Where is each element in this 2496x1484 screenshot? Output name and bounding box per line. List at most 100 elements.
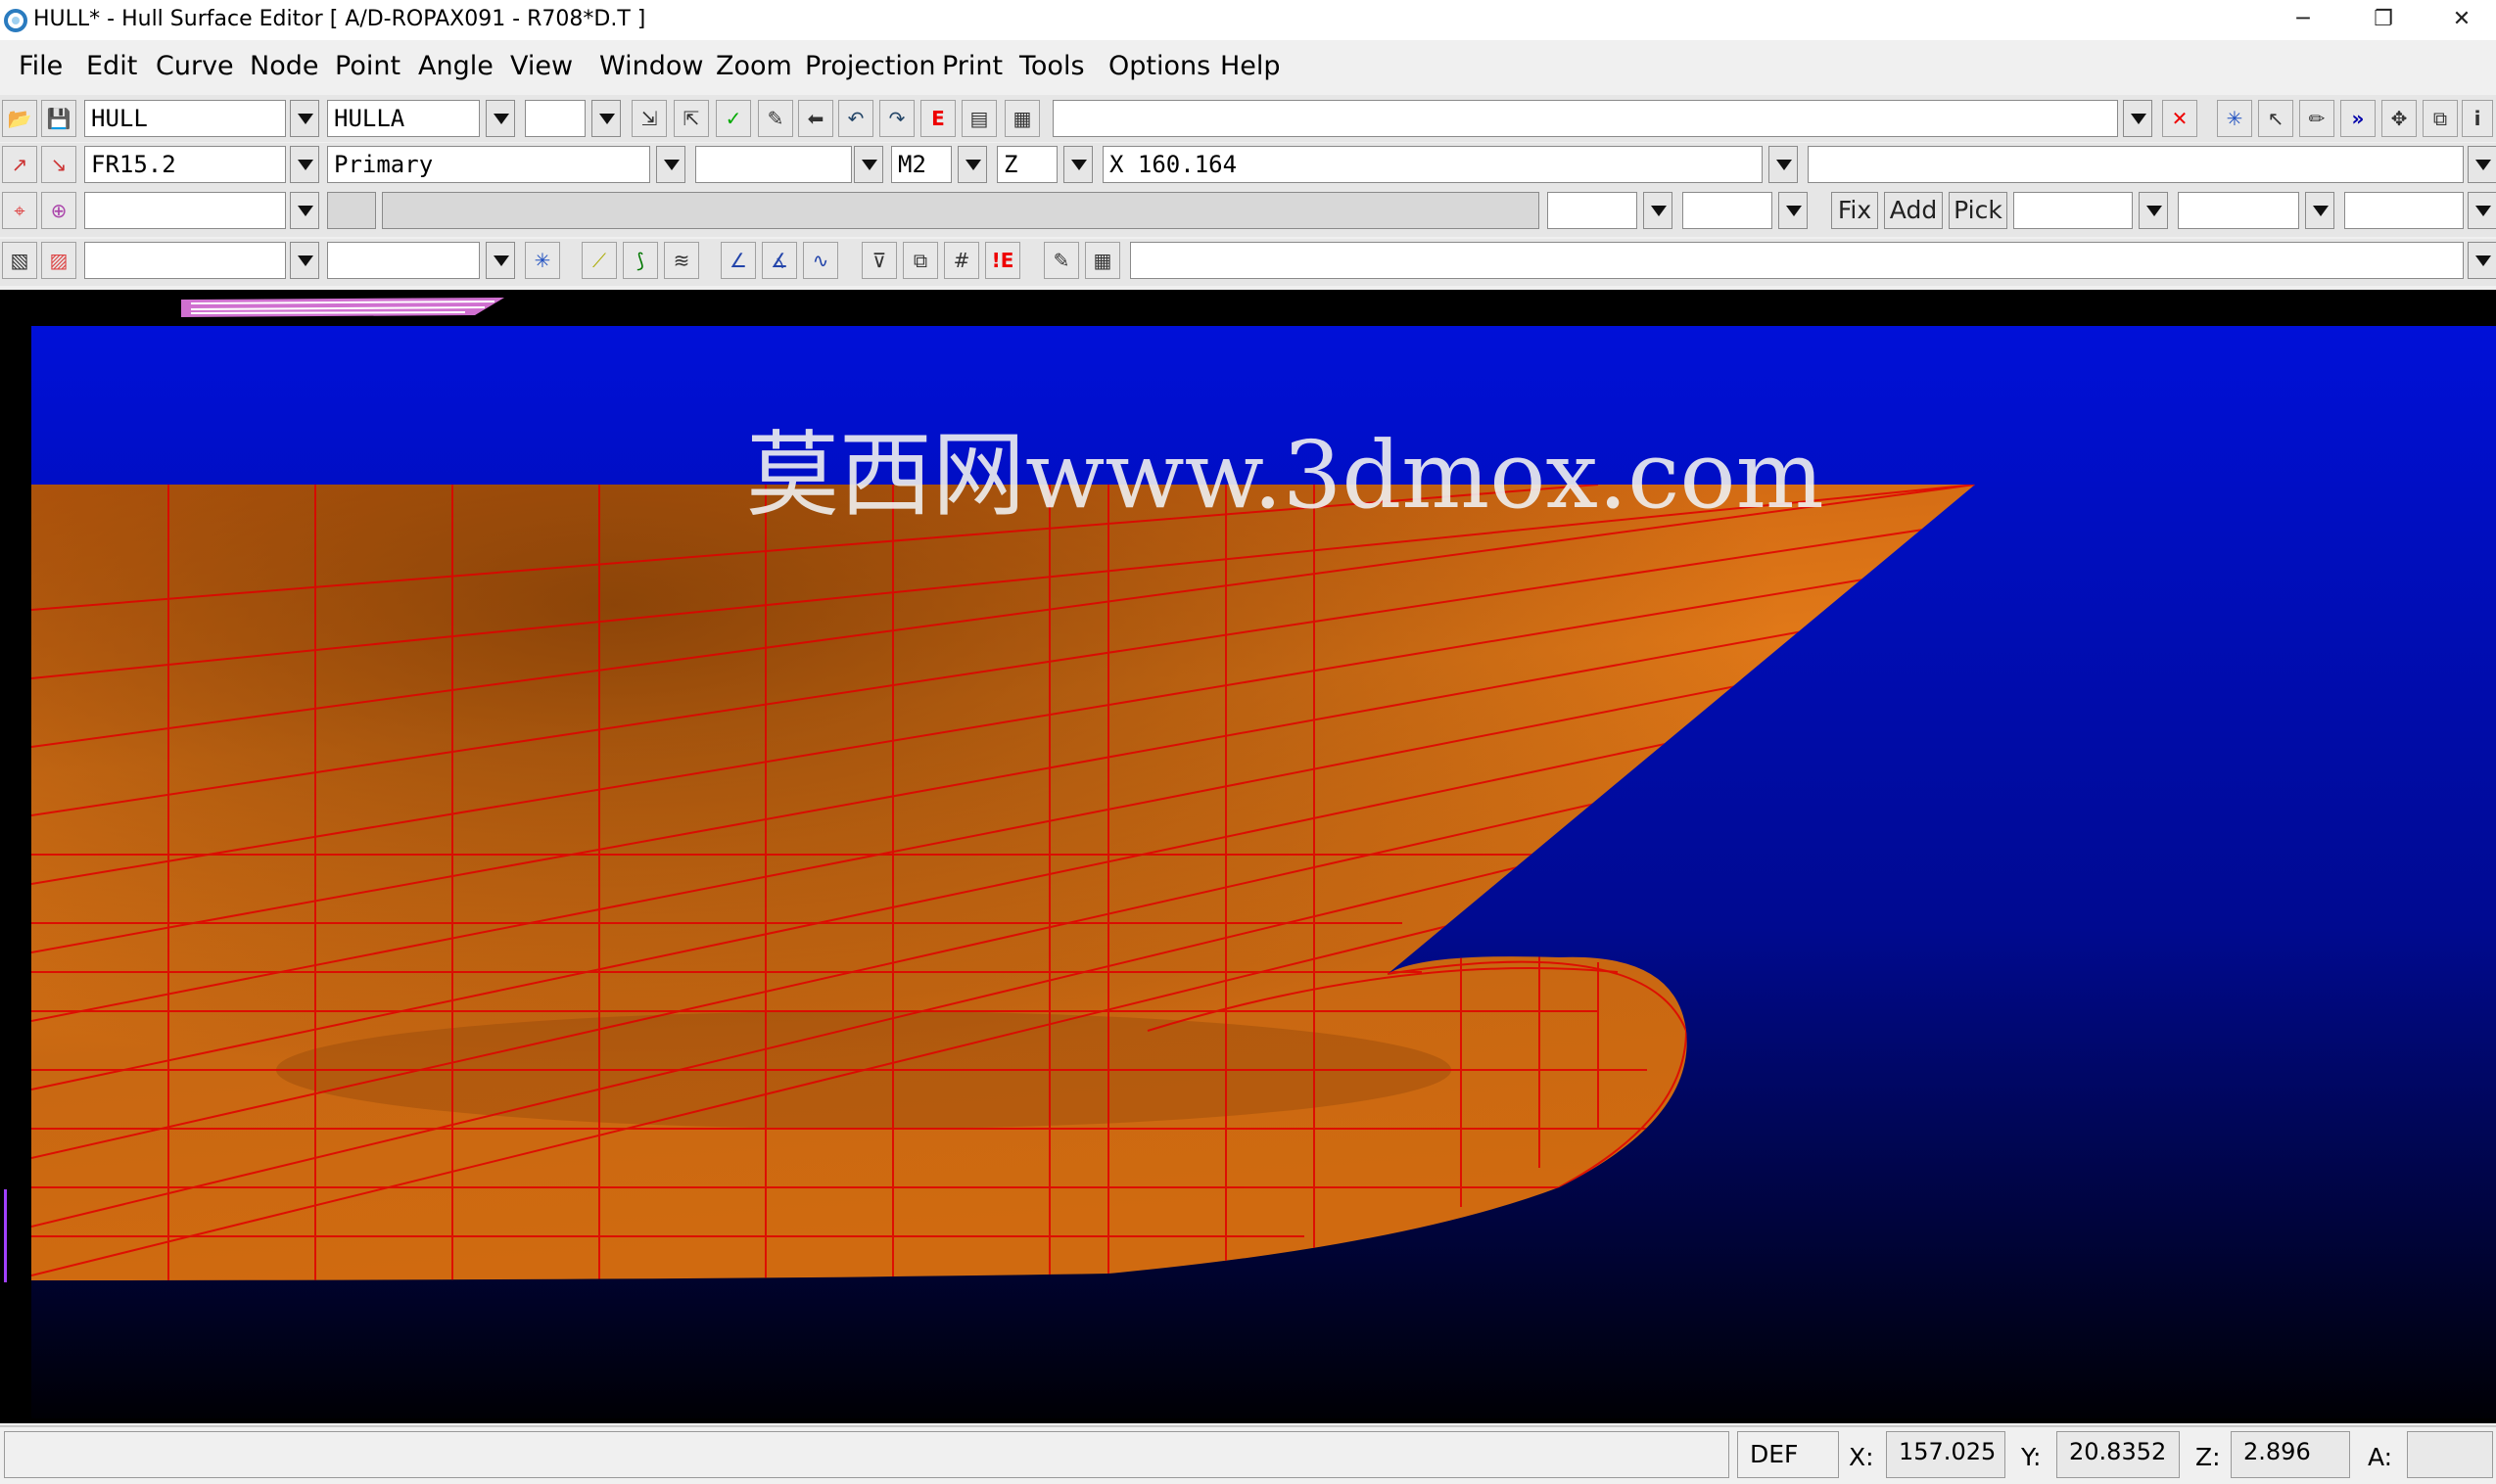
axis-dropdown[interactable] xyxy=(1063,146,1093,183)
point-dropdown[interactable] xyxy=(290,192,319,229)
toolbar3-field-d[interactable] xyxy=(2178,192,2299,229)
point-field[interactable] xyxy=(84,192,286,229)
surface-tool-icon[interactable]: ▧ xyxy=(2,242,37,279)
pick-button[interactable]: Pick xyxy=(1949,192,2007,229)
pointer-icon[interactable]: ↖ xyxy=(2258,100,2293,137)
back-icon[interactable]: ⬅ xyxy=(798,100,833,137)
surface-select-field[interactable] xyxy=(84,242,286,279)
unit-field[interactable]: M2 xyxy=(891,146,952,183)
render-icon[interactable]: ▦ xyxy=(1085,242,1120,279)
menu-projection[interactable]: Projection xyxy=(805,51,936,81)
fix-button[interactable]: Fix xyxy=(1831,192,1878,229)
toolbar3-field-c[interactable] xyxy=(2013,192,2133,229)
command-dropdown[interactable] xyxy=(2123,100,2152,137)
display-icon[interactable]: ▦ xyxy=(1005,100,1040,137)
angle-edit-icon[interactable]: ∡ xyxy=(762,242,797,279)
toolbar3-field-b-dropdown[interactable] xyxy=(1778,192,1808,229)
menu-edit[interactable]: Edit xyxy=(86,51,137,81)
menu-tools[interactable]: Tools xyxy=(1019,51,1085,81)
curve-tool-icon[interactable]: ↗ xyxy=(2,146,37,183)
pencil-icon[interactable]: ✏ xyxy=(2299,100,2334,137)
position-dropdown[interactable] xyxy=(1768,146,1798,183)
layers-icon[interactable]: ▤ xyxy=(962,100,997,137)
point-tool-icon[interactable]: ⌖ xyxy=(2,192,37,229)
note-icon[interactable]: ✎ xyxy=(1044,242,1079,279)
point-edit-icon[interactable]: ⊕ xyxy=(41,192,76,229)
undo-icon[interactable]: ↶ xyxy=(838,100,873,137)
menu-print[interactable]: Print xyxy=(942,51,1003,81)
erase-icon[interactable]: E xyxy=(920,100,956,137)
add-button[interactable]: Add xyxy=(1884,192,1943,229)
filter-icon[interactable]: ⊽ xyxy=(862,242,897,279)
toolbar3-field-a-dropdown[interactable] xyxy=(1643,192,1672,229)
menu-window[interactable]: Window xyxy=(599,51,703,81)
menu-file[interactable]: File xyxy=(19,51,63,81)
cancel-icon[interactable]: ✕ xyxy=(2162,100,2197,137)
menu-curve[interactable]: Curve xyxy=(156,51,234,81)
kind-dropdown[interactable] xyxy=(656,146,685,183)
move-icon[interactable]: ✥ xyxy=(2381,100,2417,137)
forward-icon[interactable]: » xyxy=(2340,100,2376,137)
menu-zoom[interactable]: Zoom xyxy=(716,51,792,81)
unit-dropdown[interactable] xyxy=(958,146,987,183)
error-icon[interactable]: !E xyxy=(985,242,1020,279)
lines-icon[interactable]: ⟋ xyxy=(582,242,617,279)
menu-angle[interactable]: Angle xyxy=(418,51,494,81)
curve-dropdown[interactable] xyxy=(290,146,319,183)
object-field[interactable]: HULLA xyxy=(327,100,480,137)
angle-icon[interactable]: ∠ xyxy=(721,242,756,279)
import-icon[interactable]: ⇲ xyxy=(632,100,667,137)
patch-dropdown[interactable] xyxy=(486,242,515,279)
toolbar2-field3-dropdown[interactable] xyxy=(854,146,883,183)
toolbar1-field3-dropdown[interactable] xyxy=(591,100,621,137)
toolbar3-field-c-dropdown[interactable] xyxy=(2139,192,2168,229)
axis-field[interactable]: Z xyxy=(997,146,1058,183)
curvature-icon[interactable]: ∿ xyxy=(803,242,838,279)
toolbar3-field-b[interactable] xyxy=(1682,192,1772,229)
snap-icon[interactable]: ✳ xyxy=(2217,100,2252,137)
toolbar3-field-a[interactable] xyxy=(1547,192,1637,229)
object-dropdown[interactable] xyxy=(486,100,515,137)
surface-edit-icon[interactable]: ▨ xyxy=(41,242,76,279)
toolbar3-field-d-dropdown[interactable] xyxy=(2305,192,2334,229)
toolbar3-field-e[interactable] xyxy=(2344,192,2464,229)
toolbar4-long-field[interactable] xyxy=(1130,242,2464,279)
surface-dropdown[interactable] xyxy=(290,100,319,137)
sweep-icon[interactable]: ⟆ xyxy=(623,242,658,279)
mesh-icon[interactable]: # xyxy=(944,242,979,279)
curve-edit-icon[interactable]: ↘ xyxy=(41,146,76,183)
menu-help[interactable]: Help xyxy=(1220,51,1281,81)
surface-select-dropdown[interactable] xyxy=(290,242,319,279)
patch-field[interactable] xyxy=(327,242,480,279)
close-button[interactable]: ✕ xyxy=(2423,0,2496,40)
menu-point[interactable]: Point xyxy=(335,51,400,81)
command-field[interactable] xyxy=(1053,100,2118,137)
toolbar2-extra-dropdown[interactable] xyxy=(2468,146,2496,183)
save-icon[interactable]: 💾 xyxy=(41,100,76,137)
minimize-button[interactable]: ─ xyxy=(2264,0,2342,40)
menu-node[interactable]: Node xyxy=(250,51,318,81)
grid-snap-icon[interactable]: ✳ xyxy=(525,242,560,279)
restore-button[interactable]: ❐ xyxy=(2344,0,2423,40)
kind-field[interactable]: Primary xyxy=(327,146,650,183)
toolbar2-field3[interactable] xyxy=(695,146,852,183)
copy-icon[interactable]: ⧉ xyxy=(2423,100,2458,137)
edit-icon[interactable]: ✎ xyxy=(758,100,793,137)
open-icon[interactable]: 📂 xyxy=(2,100,37,137)
toolbar1-field3[interactable] xyxy=(525,100,586,137)
hull-viewport[interactable]: 莫西网www.3dmox.com xyxy=(31,326,2496,1418)
views-icon[interactable]: ⧉ xyxy=(903,242,938,279)
export-icon[interactable]: ⇱ xyxy=(674,100,709,137)
overview-thumbnail[interactable] xyxy=(181,294,504,321)
accept-icon[interactable]: ✓ xyxy=(716,100,751,137)
position-field[interactable]: X 160.164 xyxy=(1103,146,1763,183)
fairing-icon[interactable]: ≋ xyxy=(664,242,699,279)
redo-icon[interactable]: ↷ xyxy=(879,100,915,137)
menu-options[interactable]: Options xyxy=(1108,51,1210,81)
curve-field[interactable]: FR15.2 xyxy=(84,146,286,183)
menu-view[interactable]: View xyxy=(510,51,573,81)
toolbar3-field-e-dropdown[interactable] xyxy=(2468,192,2496,229)
surface-field[interactable]: HULL xyxy=(84,100,286,137)
toolbar4-long-dropdown[interactable] xyxy=(2468,242,2496,279)
toolbar2-extra-field[interactable] xyxy=(1808,146,2464,183)
